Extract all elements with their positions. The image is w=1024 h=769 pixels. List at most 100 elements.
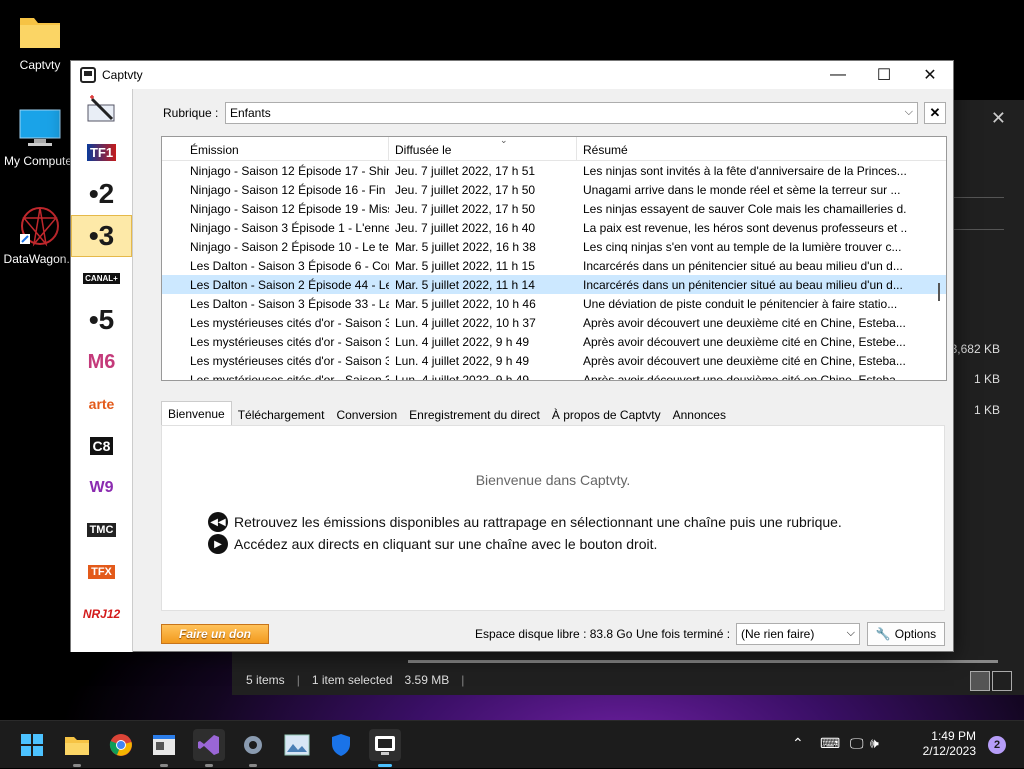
column-header-diffusee[interactable]: Diffusée le xyxy=(389,137,577,160)
tab-annonces[interactable]: Annonces xyxy=(667,403,732,425)
network-icon[interactable]: 🖵 xyxy=(850,735,864,752)
info-text-replay: Retrouvez les émissions disponibles au r… xyxy=(234,514,842,530)
file-explorer-icon[interactable] xyxy=(61,729,93,767)
cell-diffusee: Mar. 5 juillet 2022, 11 h 15 xyxy=(395,259,535,273)
horizontal-scrollbar[interactable] xyxy=(408,660,998,663)
channel-m6[interactable]: M6 xyxy=(71,341,132,383)
c8-logo-icon: C8 xyxy=(89,437,114,455)
vertical-scrollbar[interactable] xyxy=(938,283,940,301)
when-done-select[interactable]: (Ne rien faire) ⌵ xyxy=(736,623,860,645)
options-button[interactable]: 🔧 Options xyxy=(867,622,945,646)
notification-badge[interactable]: 2 xyxy=(988,736,1006,754)
channel-tf1[interactable]: TF1 xyxy=(71,131,132,173)
running-indicator xyxy=(73,764,81,767)
keyboard-icon[interactable]: ⌨ xyxy=(820,735,840,752)
table-row[interactable]: Les mystérieuses cités d'or - Saison 3 É… xyxy=(162,313,946,332)
selection-size: 3.59 MB xyxy=(404,673,450,687)
column-header-emission[interactable]: Émission xyxy=(162,137,389,160)
volume-icon[interactable]: 🕪 xyxy=(870,735,879,752)
w9-logo-icon: W9 xyxy=(89,479,114,496)
cell-diffusee: Lun. 4 juillet 2022, 10 h 37 xyxy=(395,316,536,330)
chevron-up-icon[interactable]: ⌃ xyxy=(792,735,804,752)
tiles-view-icon[interactable] xyxy=(992,671,1012,691)
desktop-icon-my-computer[interactable]: My Computer xyxy=(0,106,80,168)
channel-nrj12[interactable]: NRJ12 xyxy=(71,593,132,635)
desktop-icon-label: My Computer xyxy=(3,154,77,168)
captvty-taskbar-icon[interactable] xyxy=(369,729,401,767)
status-bar: 5 items | 1 item selected 3.59 MB | xyxy=(246,673,465,687)
table-row[interactable]: Ninjago - Saison 3 Épisode 1 - L'enne...… xyxy=(162,218,946,237)
desktop-icon-captvty[interactable]: Captvty xyxy=(0,10,80,72)
details-view-icon[interactable] xyxy=(970,671,990,691)
table-row[interactable]: Les mystérieuses cités d'or - Saison 3 É… xyxy=(162,332,946,351)
selection-count: 1 item selected xyxy=(311,673,393,687)
channel-c8[interactable]: C8 xyxy=(71,425,132,467)
settings-icon[interactable] xyxy=(237,729,269,767)
channel-france3[interactable]: •3 xyxy=(71,215,132,257)
episode-list[interactable]: Émission Diffusée le Résumé ⌄ Ninjago - … xyxy=(161,136,947,381)
cell-emission: Ninjago - Saison 12 Épisode 16 - Fin de.… xyxy=(190,183,389,197)
notepad-icon[interactable] xyxy=(148,729,180,767)
tab-bienvenue[interactable]: Bienvenue xyxy=(161,401,232,425)
rubrique-label: Rubrique : xyxy=(163,106,219,120)
close-icon[interactable]: ✕ xyxy=(991,108,1006,129)
cell-resume: Après avoir découvert une deuxième cité … xyxy=(583,335,906,349)
visual-studio-icon[interactable] xyxy=(193,729,225,767)
cell-resume: Après avoir découvert une deuxième cité … xyxy=(583,373,906,381)
channel-w9[interactable]: W9 xyxy=(71,467,132,509)
table-row[interactable]: Ninjago - Saison 12 Épisode 16 - Fin de.… xyxy=(162,180,946,199)
channel-canalplus[interactable]: CANAL+ xyxy=(71,257,132,299)
table-row[interactable]: Les mystérieuses cités d'or - Saison 3 É… xyxy=(162,351,946,370)
cell-emission: Les mystérieuses cités d'or - Saison 3 É… xyxy=(190,335,389,349)
table-row[interactable]: Ninjago - Saison 2 Épisode 10 - Le tem..… xyxy=(162,237,946,256)
tab-telechargement[interactable]: Téléchargement xyxy=(232,403,331,425)
donate-button[interactable]: Faire un don xyxy=(161,624,269,644)
tab-enregistrement[interactable]: Enregistrement du direct xyxy=(403,403,546,425)
welcome-panel: Bienvenue dans Captvty. ◀◀ Retrouvez les… xyxy=(161,425,945,611)
cell-resume: Après avoir découvert une deuxième cité … xyxy=(583,354,906,368)
channel-arte[interactable]: arte xyxy=(71,383,132,425)
table-row[interactable]: Les Dalton - Saison 3 Épisode 6 - Corri.… xyxy=(162,256,946,275)
magic-wand-icon[interactable] xyxy=(71,89,132,131)
play-icon: ▶ xyxy=(208,534,228,554)
table-row[interactable]: Ninjago - Saison 12 Épisode 17 - Shint..… xyxy=(162,161,946,180)
chevron-down-icon: ⌵ xyxy=(904,106,913,118)
cell-resume: Les cinq ninjas s'en vont au temple de l… xyxy=(583,240,902,254)
channel-tmc[interactable]: TMC xyxy=(71,509,132,551)
rubrique-clear-button[interactable]: ✕ xyxy=(924,102,946,124)
rubrique-select[interactable]: Enfants ⌵ xyxy=(225,102,918,124)
clock[interactable]: 1:49 PM 2/12/2023 xyxy=(923,729,976,759)
desktop-icon-datawagon[interactable]: DataWagon... xyxy=(0,204,80,266)
cell-resume: Après avoir découvert une deuxième cité … xyxy=(583,316,906,330)
table-row[interactable]: Ninjago - Saison 12 Épisode 19 - Missi..… xyxy=(162,199,946,218)
when-done-label: Une fois terminé : xyxy=(636,627,731,641)
arte-logo-icon: arte xyxy=(88,396,115,412)
info-line-live: ▶ Accédez aux directs en cliquant sur un… xyxy=(208,534,657,554)
tab-conversion[interactable]: Conversion xyxy=(330,403,403,425)
table-row[interactable]: Les mystérieuses cités d'or - Saison 3 É… xyxy=(162,370,946,381)
channel-tfx[interactable]: TFX xyxy=(71,551,132,593)
table-row[interactable]: Les Dalton - Saison 3 Épisode 33 - La st… xyxy=(162,294,946,313)
cell-diffusee: Mar. 5 juillet 2022, 10 h 46 xyxy=(395,297,536,311)
system-tray: ⌃ ⌨ 🖵 🕪 1:49 PM 2/12/2023 2 xyxy=(784,721,1024,769)
taskbar: ⌃ ⌨ 🖵 🕪 1:49 PM 2/12/2023 2 xyxy=(0,720,1024,768)
cell-diffusee: Mar. 5 juillet 2022, 16 h 38 xyxy=(395,240,536,254)
close-button[interactable]: ✕ xyxy=(907,61,953,89)
clock-time: 1:49 PM xyxy=(931,729,976,743)
cell-emission: Les mystérieuses cités d'or - Saison 3 É… xyxy=(190,316,389,330)
windows-security-icon[interactable] xyxy=(325,729,357,761)
minimize-button[interactable]: — xyxy=(815,61,861,89)
title-bar[interactable]: Captvty — ☐ ✕ xyxy=(71,61,953,89)
start-icon[interactable] xyxy=(16,729,48,761)
column-header-resume[interactable]: Résumé xyxy=(577,137,907,160)
chrome-icon[interactable] xyxy=(105,729,137,761)
table-row[interactable]: Les Dalton - Saison 2 Épisode 44 - Les .… xyxy=(162,275,946,294)
maximize-button[interactable]: ☐ xyxy=(861,61,907,89)
channel-sidebar: TF1 •2 •3 CANAL+ •5 M6 arte C8 W9 TMC TF xyxy=(71,89,133,652)
cell-resume: Les ninjas sont invités à la fête d'anni… xyxy=(583,164,907,178)
channel-france2[interactable]: •2 xyxy=(71,173,132,215)
cell-emission: Ninjago - Saison 12 Épisode 17 - Shint..… xyxy=(190,164,389,178)
tab-a-propos[interactable]: À propos de Captvty xyxy=(546,403,667,425)
channel-france5[interactable]: •5 xyxy=(71,299,132,341)
photos-icon[interactable] xyxy=(281,729,313,761)
